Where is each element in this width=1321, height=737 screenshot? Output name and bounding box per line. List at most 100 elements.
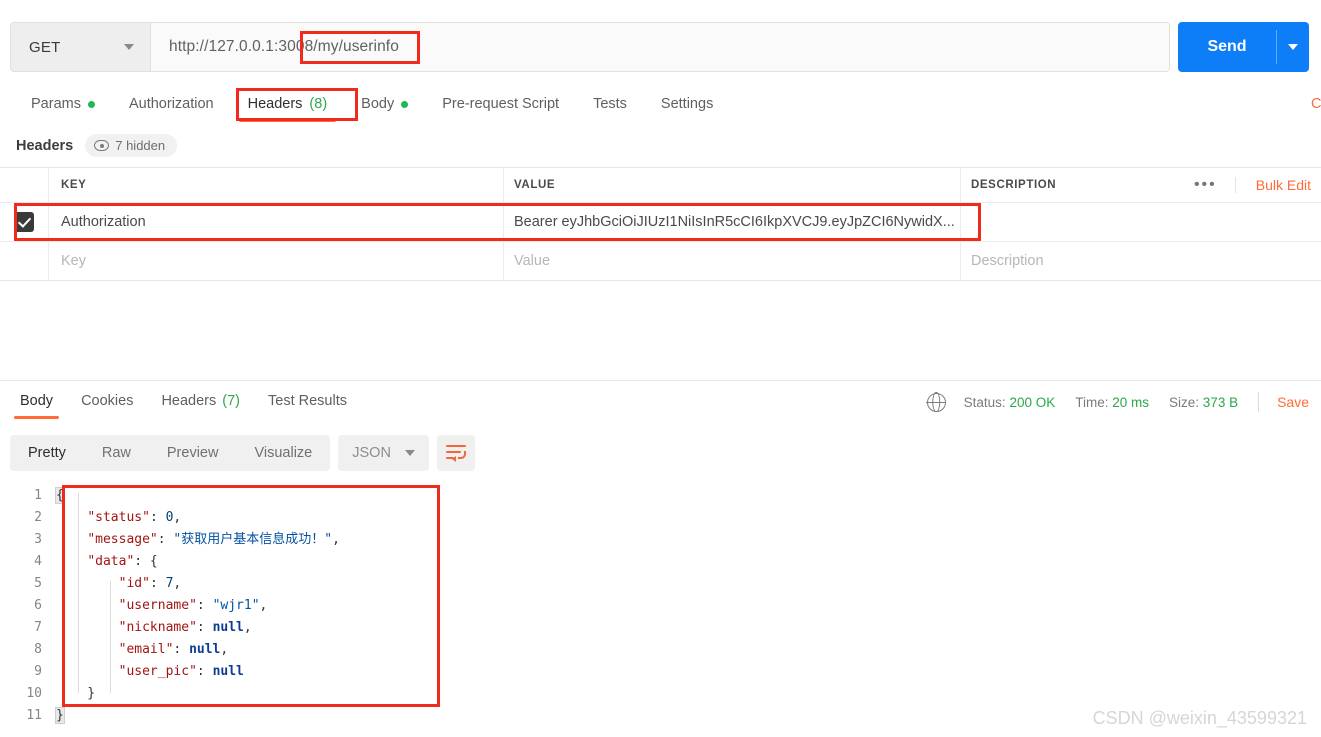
code-line: 2 "status": 0, bbox=[0, 507, 1321, 529]
bulk-edit-button[interactable]: Bulk Edit bbox=[1236, 177, 1311, 193]
url-bar: GET http://127.0.0.1:3008/my/userinfo bbox=[10, 22, 1170, 72]
tab-settings[interactable]: Settings bbox=[644, 92, 730, 124]
format-tab-preview[interactable]: Preview bbox=[149, 435, 237, 471]
word-wrap-icon bbox=[445, 445, 466, 462]
tab-params-label: Params bbox=[31, 96, 81, 112]
code-text: } bbox=[55, 707, 65, 724]
tab-pre-request-script[interactable]: Pre-request Script bbox=[425, 92, 576, 124]
line-number: 11 bbox=[26, 708, 42, 723]
format-tab-pretty[interactable]: Pretty bbox=[10, 435, 84, 471]
format-tab-group: Pretty Raw Preview Visualize bbox=[10, 435, 331, 471]
response-tab-test-results[interactable]: Test Results bbox=[254, 390, 361, 421]
code-text: "username": "wjr1", bbox=[118, 598, 268, 613]
more-options-icon[interactable]: ••• bbox=[1176, 177, 1236, 193]
line-number: 2 bbox=[34, 510, 42, 525]
code-line: 4 "data": { bbox=[0, 551, 1321, 573]
hidden-headers-label: 7 hidden bbox=[115, 138, 166, 153]
response-tab-cookies[interactable]: Cookies bbox=[67, 390, 147, 421]
response-tab-headers-count: (7) bbox=[222, 393, 240, 409]
table-actions: ••• Bulk Edit bbox=[1176, 177, 1321, 193]
tab-headers-label: Headers bbox=[247, 96, 303, 112]
tab-tests[interactable]: Tests bbox=[576, 92, 644, 124]
save-response-button[interactable]: Save bbox=[1277, 394, 1309, 410]
row-description-cell[interactable] bbox=[961, 203, 1321, 241]
row-checkbox[interactable] bbox=[14, 212, 34, 232]
line-number: 1 bbox=[34, 488, 42, 503]
request-tabs: Params Authorization Headers (8) Body Pr… bbox=[14, 92, 730, 124]
status-group: Status: 200 OK bbox=[964, 395, 1056, 410]
row-checkbox-cell-empty bbox=[0, 242, 49, 280]
new-description-input[interactable]: Description bbox=[961, 242, 1321, 280]
send-button[interactable]: Send bbox=[1178, 22, 1309, 72]
code-line: 6 "username": "wjr1", bbox=[0, 595, 1321, 617]
http-method-select[interactable]: GET bbox=[11, 23, 151, 71]
response-tabs: Body Cookies Headers (7) Test Results bbox=[6, 390, 361, 421]
time-label: Time: bbox=[1075, 394, 1109, 410]
url-input[interactable]: http://127.0.0.1:3008/my/userinfo bbox=[151, 23, 1169, 71]
headers-subheader: Headers 7 hidden bbox=[16, 134, 178, 157]
table-header-row: KEY VALUE DESCRIPTION ••• Bulk Edit bbox=[0, 168, 1321, 203]
row-checkbox-cell bbox=[0, 203, 49, 241]
send-button-label: Send bbox=[1207, 38, 1247, 55]
line-number: 3 bbox=[34, 532, 42, 547]
tab-pre-request-script-label: Pre-request Script bbox=[442, 96, 560, 112]
format-language-select[interactable]: JSON bbox=[338, 435, 429, 471]
headers-table: KEY VALUE DESCRIPTION ••• Bulk Edit Auth… bbox=[0, 167, 1321, 281]
format-tab-raw[interactable]: Raw bbox=[84, 435, 149, 471]
code-text: "nickname": null, bbox=[118, 620, 252, 635]
tab-tests-label: Tests bbox=[593, 96, 627, 112]
active-tab-underline bbox=[14, 416, 60, 419]
response-tab-body-label: Body bbox=[20, 393, 54, 409]
send-options-button[interactable] bbox=[1277, 22, 1309, 72]
code-text: { bbox=[55, 487, 65, 504]
response-separator bbox=[0, 380, 1321, 381]
modified-dot-icon bbox=[87, 100, 95, 108]
code-line: 5 "id": 7, bbox=[0, 573, 1321, 595]
column-header-description: DESCRIPTION ••• Bulk Edit bbox=[961, 168, 1321, 202]
row-value-text: Bearer eyJhbGciOiJIUzI1NiIsInR5cCI6IkpXV… bbox=[514, 214, 955, 230]
cookies-link-truncated[interactable]: Cookies bbox=[1311, 96, 1321, 112]
response-body-viewer[interactable]: 1 { 2 "status": 0, 3 "message": "获取用户基本信… bbox=[0, 485, 1321, 727]
line-number: 9 bbox=[34, 664, 42, 679]
header-check-column bbox=[0, 168, 49, 202]
code-line: 8 "email": null, bbox=[0, 639, 1321, 661]
column-header-key: KEY bbox=[49, 168, 504, 202]
response-format-bar: Pretty Raw Preview Visualize JSON bbox=[10, 435, 475, 471]
code-line: 7 "nickname": null, bbox=[0, 617, 1321, 639]
tab-headers[interactable]: Headers (8) bbox=[231, 92, 345, 124]
word-wrap-button[interactable] bbox=[436, 435, 475, 471]
fold-guide bbox=[78, 493, 79, 693]
code-text: "email": null, bbox=[118, 642, 229, 657]
format-language-label: JSON bbox=[352, 445, 391, 461]
code-text: "message": "获取用户基本信息成功！", bbox=[87, 532, 340, 547]
chevron-down-icon bbox=[124, 44, 134, 50]
size-value: 373 B bbox=[1202, 394, 1239, 410]
response-tab-headers[interactable]: Headers (7) bbox=[147, 390, 254, 421]
new-key-input[interactable]: Key bbox=[49, 242, 504, 280]
line-number: 5 bbox=[34, 576, 42, 591]
response-tab-cookies-label: Cookies bbox=[81, 393, 134, 409]
status-label: Status: bbox=[963, 394, 1006, 410]
code-text: "id": 7, bbox=[118, 576, 182, 591]
watermark: CSDN @weixin_43599321 bbox=[1092, 708, 1307, 728]
format-tab-visualize[interactable]: Visualize bbox=[236, 435, 330, 471]
tab-body-label: Body bbox=[361, 96, 395, 112]
code-line: 9 "user_pic": null bbox=[0, 661, 1321, 683]
eye-icon bbox=[94, 140, 110, 151]
size-group: Size: 373 B bbox=[1169, 395, 1238, 410]
new-value-input[interactable]: Value bbox=[504, 242, 961, 280]
hidden-headers-toggle[interactable]: 7 hidden bbox=[85, 134, 178, 157]
code-text: } bbox=[56, 686, 96, 701]
tab-body[interactable]: Body bbox=[344, 92, 425, 124]
row-value-cell[interactable]: Bearer eyJhbGciOiJIUzI1NiIsInR5cCI6IkpXV… bbox=[504, 203, 961, 241]
active-tab-underline bbox=[238, 119, 337, 122]
tab-authorization[interactable]: Authorization bbox=[112, 92, 231, 124]
response-meta: Status: 200 OK Time: 20 ms Size: 373 B S… bbox=[926, 392, 1309, 412]
url-text: http://127.0.0.1:3008/my/userinfo bbox=[169, 38, 399, 55]
row-key-cell[interactable]: Authorization bbox=[49, 203, 504, 241]
tab-settings-label: Settings bbox=[660, 96, 714, 112]
code-line: 1 { bbox=[0, 485, 1321, 507]
response-tab-body[interactable]: Body bbox=[6, 390, 67, 421]
new-description-placeholder: Description bbox=[971, 253, 1044, 269]
tab-params[interactable]: Params bbox=[14, 92, 112, 124]
